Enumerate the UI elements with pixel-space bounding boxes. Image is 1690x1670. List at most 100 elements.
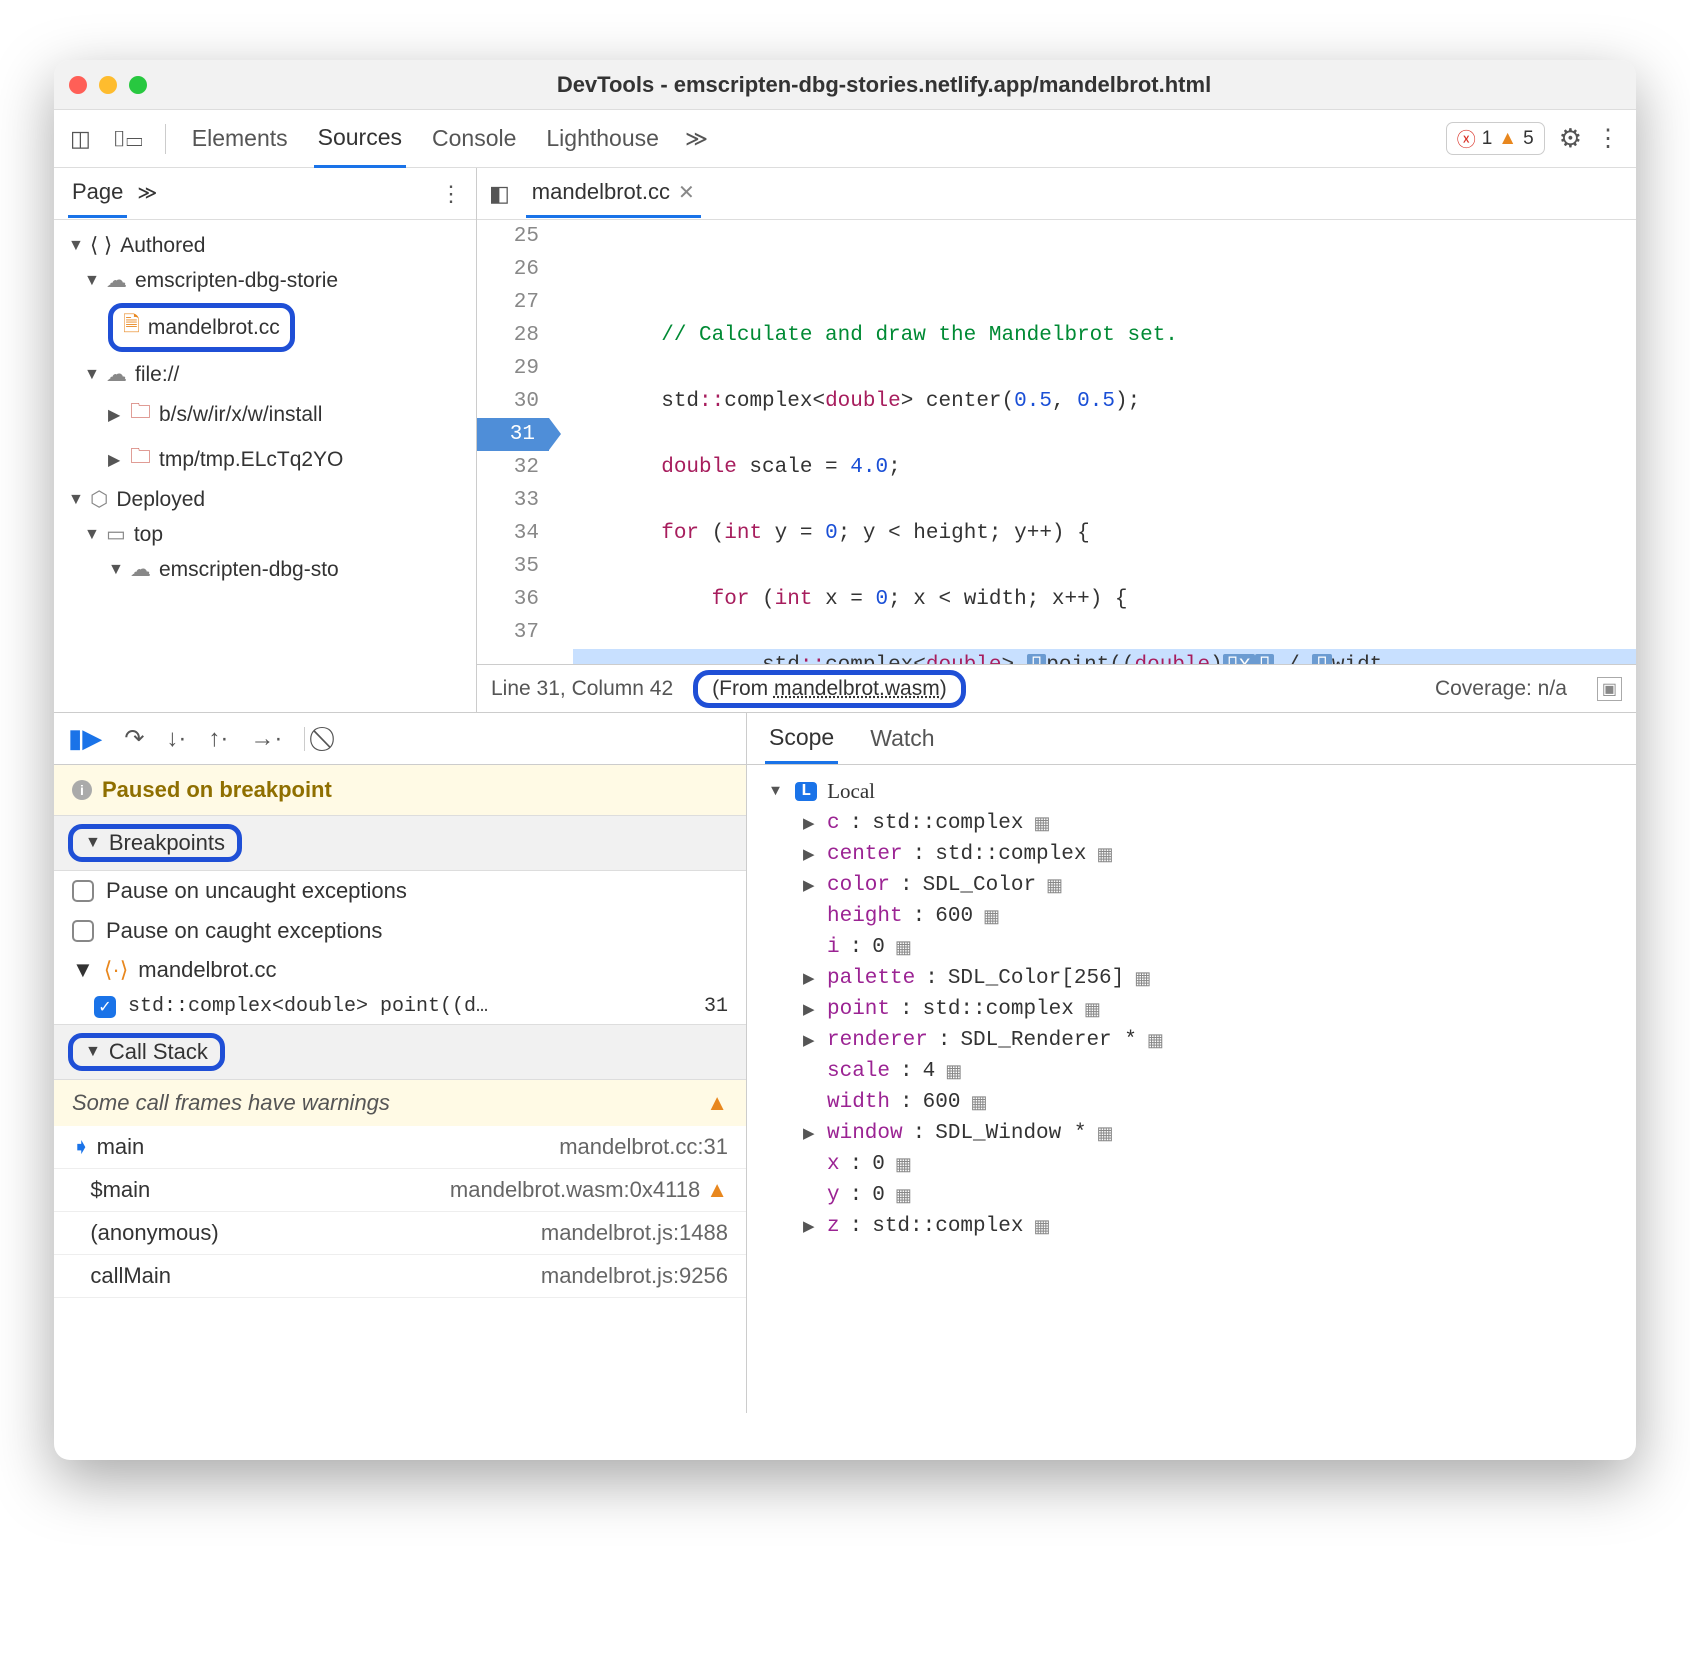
- cloud-icon: ☁: [106, 362, 127, 387]
- memory-icon[interactable]: ▦: [970, 1092, 987, 1114]
- editor-tab-mandelbrot[interactable]: mandelbrot.cc✕: [526, 169, 701, 218]
- memory-icon[interactable]: ▦: [895, 1185, 912, 1207]
- device-toggle-icon[interactable]: ⌷▭: [113, 126, 143, 152]
- line-gutter[interactable]: 25 26 27 28 29 30 31 32 33 34 35 36 37: [477, 220, 553, 664]
- file-protocol-item[interactable]: file://: [135, 363, 179, 387]
- warning-icon: ▲: [706, 1090, 728, 1116]
- cloud-icon: ☁: [106, 268, 127, 293]
- more-tabs-icon[interactable]: ≫: [685, 126, 708, 152]
- titlebar: DevTools - emscripten-dbg-stories.netlif…: [54, 60, 1636, 110]
- callstack-section-header[interactable]: ▼Call Stack: [54, 1024, 746, 1080]
- folder-icon: 🗀: [130, 397, 151, 432]
- tab-sources[interactable]: Sources: [314, 110, 406, 168]
- tab-console[interactable]: Console: [428, 111, 520, 166]
- callstack-frame[interactable]: $mainmandelbrot.wasm:0x4118▲: [54, 1169, 746, 1212]
- minimize-window-button[interactable]: [99, 76, 117, 94]
- scope-variable[interactable]: ▶window: SDL_Window *▦: [747, 1118, 1636, 1149]
- authored-section[interactable]: Authored: [120, 234, 205, 258]
- origin-item[interactable]: emscripten-dbg-storie: [135, 269, 338, 293]
- toggle-sidebar-icon[interactable]: ◧: [489, 181, 510, 207]
- step-into-icon[interactable]: ↓·: [166, 725, 186, 753]
- window-title: DevTools - emscripten-dbg-stories.netlif…: [147, 72, 1621, 98]
- local-badge: L: [795, 782, 817, 801]
- uncaught-exceptions-checkbox[interactable]: Pause on uncaught exceptions: [54, 871, 746, 911]
- sidebar-menu-icon[interactable]: ⋮: [440, 181, 462, 207]
- scope-variable[interactable]: width: 600▦: [747, 1087, 1636, 1118]
- more-icon[interactable]: ≫: [137, 182, 157, 205]
- breakpoint-file[interactable]: ▼⟨·⟩mandelbrot.cc: [54, 951, 746, 989]
- callstack-frame[interactable]: (anonymous)mandelbrot.js:1488: [54, 1212, 746, 1255]
- scope-variable[interactable]: ▶palette: SDL_Color[256]▦: [747, 963, 1636, 994]
- warning-icon: ▲: [1498, 128, 1517, 150]
- scope-variable[interactable]: height: 600▦: [747, 901, 1636, 932]
- file-tree[interactable]: ▼⟨ ⟩Authored ▼☁emscripten-dbg-storie 🗎ma…: [54, 220, 476, 712]
- scope-variable[interactable]: y: 0▦: [747, 1180, 1636, 1211]
- scope-local-header[interactable]: ▼LLocal: [747, 775, 1636, 808]
- error-icon: ⓧ: [1457, 125, 1476, 152]
- scope-variable[interactable]: i: 0▦: [747, 932, 1636, 963]
- folder-icon: 🗀: [130, 442, 151, 477]
- menu-icon[interactable]: ⋮: [1596, 124, 1620, 153]
- memory-icon[interactable]: ▦: [945, 1061, 962, 1083]
- code-content[interactable]: // Calculate and draw the Mandelbrot set…: [553, 220, 1636, 664]
- memory-icon[interactable]: ▦: [895, 937, 912, 959]
- debugger-panel: ▮▶ ↷ ↓· ↑· →· ⃠ i Paused on breakpoint ▼…: [54, 713, 747, 1413]
- watch-tab[interactable]: Watch: [866, 715, 938, 762]
- memory-icon[interactable]: ▦: [1033, 1216, 1050, 1238]
- toggle-panel-icon[interactable]: ▣: [1597, 677, 1622, 701]
- cursor-position: Line 31, Column 42: [491, 677, 673, 701]
- folder-tmp[interactable]: tmp/tmp.ELcTq2YO: [159, 448, 343, 472]
- page-tab[interactable]: Page: [68, 169, 127, 218]
- scope-variable[interactable]: ▶z: std::complex▦: [747, 1211, 1636, 1242]
- scope-variable[interactable]: ▶color: SDL_Color▦: [747, 870, 1636, 901]
- memory-icon[interactable]: ▦: [1134, 968, 1151, 990]
- callstack-frame[interactable]: callMainmandelbrot.js:9256: [54, 1255, 746, 1298]
- memory-icon[interactable]: ▦: [1033, 813, 1050, 835]
- cube-icon: ⬡: [90, 487, 108, 512]
- scope-variable[interactable]: ▶renderer: SDL_Renderer *▦: [747, 1025, 1636, 1056]
- memory-icon[interactable]: ▦: [1096, 844, 1113, 866]
- editor-status-bar: Line 31, Column 42 (From mandelbrot.wasm…: [477, 664, 1636, 712]
- file-mandelbrot-cc[interactable]: mandelbrot.cc: [148, 316, 280, 340]
- scope-variable[interactable]: ▶point: std::complex▦: [747, 994, 1636, 1025]
- breakpoint-marker[interactable]: 31: [477, 418, 549, 451]
- origin2-item[interactable]: emscripten-dbg-sto: [159, 558, 339, 582]
- caught-exceptions-checkbox[interactable]: Pause on caught exceptions: [54, 911, 746, 951]
- breakpoints-section-header[interactable]: ▼Breakpoints: [54, 815, 746, 871]
- file-icon: 🗎: [123, 310, 140, 345]
- tab-elements[interactable]: Elements: [188, 111, 292, 166]
- editor: ◧ mandelbrot.cc✕ 25 26 27 28 29 30 31 32…: [477, 168, 1636, 712]
- memory-icon[interactable]: ▦: [1046, 875, 1063, 897]
- file-icon: ⟨·⟩: [104, 957, 129, 983]
- scope-tab[interactable]: Scope: [765, 714, 838, 764]
- breakpoint-item[interactable]: ✓std::complex<double> point((d…31: [54, 989, 746, 1024]
- memory-icon[interactable]: ▦: [1084, 999, 1101, 1021]
- tab-lighthouse[interactable]: Lighthouse: [542, 111, 663, 166]
- step-out-icon[interactable]: ↑·: [208, 725, 228, 753]
- memory-icon[interactable]: ▦: [983, 906, 1000, 928]
- scope-variable[interactable]: ▶c: std::complex▦: [747, 808, 1636, 839]
- scope-variable[interactable]: x: 0▦: [747, 1149, 1636, 1180]
- scope-variable[interactable]: ▶center: std::complex▦: [747, 839, 1636, 870]
- close-window-button[interactable]: [69, 76, 87, 94]
- step-over-icon[interactable]: ↷: [124, 724, 144, 753]
- folder-install[interactable]: b/s/w/ir/x/w/install: [159, 403, 322, 427]
- scope-panel: Scope Watch ▼LLocal ▶c: std::complex▦▶ce…: [747, 713, 1636, 1413]
- source-from-link[interactable]: (From mandelbrot.wasm): [693, 670, 966, 708]
- memory-icon[interactable]: ▦: [895, 1154, 912, 1176]
- step-icon[interactable]: →·: [250, 725, 282, 753]
- memory-icon[interactable]: ▦: [1096, 1123, 1113, 1145]
- coverage-label: Coverage: n/a: [1435, 677, 1567, 701]
- resume-icon[interactable]: ▮▶: [68, 723, 102, 754]
- callstack-frame[interactable]: ➧ mainmandelbrot.cc:31: [54, 1126, 746, 1169]
- inspect-icon[interactable]: ◫: [70, 126, 91, 152]
- maximize-window-button[interactable]: [129, 76, 147, 94]
- issues-badge[interactable]: ⓧ1 ▲5: [1446, 122, 1545, 155]
- close-icon[interactable]: ✕: [678, 180, 695, 205]
- info-icon: i: [72, 780, 92, 800]
- scope-variable[interactable]: scale: 4▦: [747, 1056, 1636, 1087]
- deployed-section[interactable]: Deployed: [116, 488, 205, 512]
- memory-icon[interactable]: ▦: [1147, 1030, 1164, 1052]
- settings-icon[interactable]: ⚙: [1559, 123, 1582, 154]
- top-frame[interactable]: top: [134, 523, 163, 547]
